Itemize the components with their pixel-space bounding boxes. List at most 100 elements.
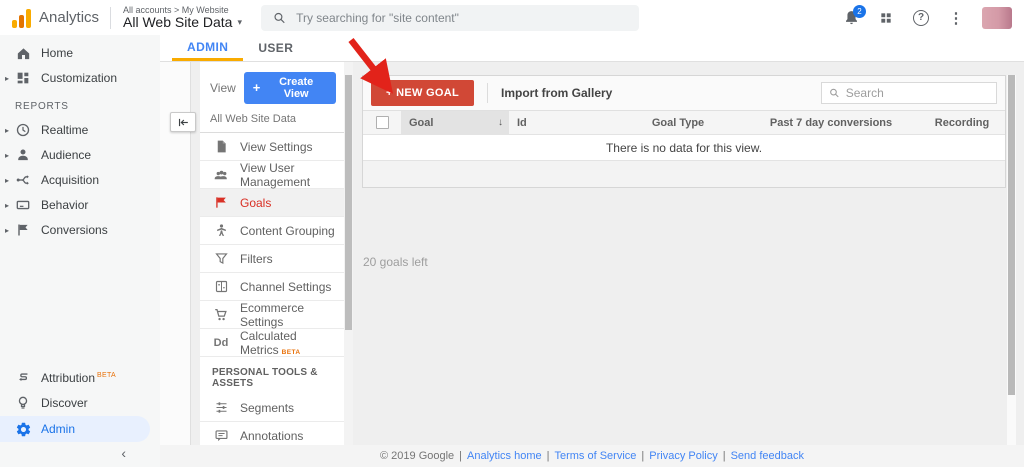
product-name: Analytics (39, 9, 99, 26)
menu-item-goals[interactable]: Goals (200, 189, 344, 217)
menu-item-ecommerce-settings[interactable]: Ecommerce Settings (200, 301, 344, 329)
more-vert-icon: ⋮ (949, 9, 964, 27)
column-header-conversions[interactable]: Past 7 day conversions (743, 111, 919, 134)
gear-icon (14, 420, 32, 438)
create-view-button[interactable]: + Create View (244, 72, 336, 104)
goals-table-card: + NEW GOAL Import from Gallery Goal ↓ Id (362, 75, 1006, 188)
global-search[interactable] (261, 5, 639, 31)
calculated-metrics-icon: Dd (212, 334, 230, 352)
sidebar-item-discover[interactable]: Discover (0, 391, 160, 415)
sidebar-item-conversions[interactable]: ▸ Conversions (0, 218, 160, 242)
sidebar-spacer (0, 243, 160, 366)
menu-item-calculated-metrics[interactable]: Dd Calculated MetricsBETA (200, 329, 344, 357)
sidebar-item-label: Realtime (41, 123, 88, 137)
menu-item-channel-settings[interactable]: Channel Settings (200, 273, 344, 301)
flag-icon (212, 194, 230, 212)
chevron-right-icon: ▸ (0, 151, 14, 160)
app-header: Analytics All accounts > My Website All … (0, 0, 1024, 35)
attribution-icon (14, 369, 32, 387)
new-goal-button[interactable]: + NEW GOAL (371, 80, 474, 106)
panel-scrollbar-thumb[interactable] (345, 75, 352, 330)
menu-item-filters[interactable]: Filters (200, 245, 344, 273)
notifications-button[interactable]: 2 (842, 9, 860, 27)
plus-icon: + (253, 83, 261, 93)
sidebar-item-label: Discover (41, 396, 88, 410)
funnel-icon (212, 250, 230, 268)
menu-item-view-user-management[interactable]: View User Management (200, 161, 344, 189)
notification-badge: 2 (853, 5, 866, 18)
column-header-id[interactable]: Id (509, 111, 613, 134)
analytics-logo[interactable]: Analytics (0, 8, 106, 28)
column-header-goal-type[interactable]: Goal Type (613, 111, 743, 134)
goals-main-area: + NEW GOAL Import from Gallery Goal ↓ Id (353, 62, 1024, 445)
sidebar-item-label: Behavior (41, 198, 88, 212)
footer-link-feedback[interactable]: Send feedback (731, 450, 804, 462)
chevron-right-icon: ▸ (0, 74, 14, 83)
footer-link-terms[interactable]: Terms of Service (554, 450, 636, 462)
menu-item-segments[interactable]: Segments (200, 394, 344, 422)
sidebar-item-acquisition[interactable]: ▸ Acquisition (0, 168, 160, 192)
sidebar-item-home[interactable]: Home (0, 41, 160, 65)
person-icon (14, 146, 32, 164)
menu-item-view-settings[interactable]: View Settings (200, 133, 344, 161)
chevron-right-icon: ▸ (0, 176, 14, 185)
column-header-goal[interactable]: Goal ↓ (401, 111, 509, 134)
file-icon (212, 138, 230, 156)
account-selector[interactable]: All accounts > My Website All Web Site D… (123, 5, 251, 30)
goals-search[interactable] (821, 82, 997, 104)
channel-settings-icon (212, 278, 230, 296)
help-button[interactable]: ? (912, 9, 930, 27)
view-entity-label: View (210, 81, 236, 95)
sidebar-item-attribution[interactable]: AttributionBETA (0, 366, 160, 390)
sidebar-item-audience[interactable]: ▸ Audience (0, 143, 160, 167)
menu-item-content-grouping[interactable]: Content Grouping (200, 217, 344, 245)
page-scrollbar (1007, 75, 1016, 445)
clock-icon (14, 121, 32, 139)
chevron-right-icon: ▸ (0, 126, 14, 135)
sidebar-item-label: Home (41, 46, 73, 60)
sidebar-item-admin[interactable]: Admin (0, 416, 150, 442)
customization-icon (14, 69, 32, 87)
table-footer-row (363, 161, 1005, 187)
select-all-checkbox[interactable] (376, 116, 389, 129)
import-from-gallery-button[interactable]: Import from Gallery (501, 86, 612, 100)
view-settings-panel: View + Create View All Web Site Data Vie… (200, 62, 344, 445)
people-icon (212, 166, 230, 184)
left-nav-sidebar: Home ▸ Customization REPORTS ▸ Realtime … (0, 35, 160, 467)
search-input[interactable] (296, 11, 627, 25)
sidebar-item-realtime[interactable]: ▸ Realtime (0, 118, 160, 142)
page-footer: © 2019 Google | Analytics home | Terms o… (160, 445, 1024, 467)
behavior-icon (14, 196, 32, 214)
search-icon (273, 11, 286, 25)
panel-scrollbar (344, 62, 353, 445)
beta-badge: BETA (282, 349, 301, 356)
user-avatar[interactable] (982, 7, 1012, 29)
home-icon (14, 44, 32, 62)
sidebar-item-label: Audience (41, 148, 91, 162)
comment-icon (212, 427, 230, 445)
collapse-panel-button[interactable] (170, 112, 196, 132)
sidebar-item-behavior[interactable]: ▸ Behavior (0, 193, 160, 217)
flag-icon (14, 221, 32, 239)
more-options-button[interactable]: ⋮ (947, 9, 965, 27)
column-header-recording[interactable]: Recording (919, 111, 1005, 134)
footer-link-privacy[interactable]: Privacy Policy (649, 450, 717, 462)
chevron-right-icon: ▸ (0, 226, 14, 235)
sidebar-item-label: Acquisition (41, 173, 99, 187)
collapse-left-icon (177, 116, 190, 129)
apps-grid-button[interactable] (877, 9, 895, 27)
sidebar-collapse-button[interactable]: ‹ (0, 443, 160, 463)
tab-user[interactable]: USER (243, 35, 308, 61)
chevron-left-icon: ‹ (121, 445, 126, 461)
footer-link-analytics-home[interactable]: Analytics home (467, 450, 542, 462)
search-icon (829, 87, 840, 99)
empty-table-message: There is no data for this view. (363, 135, 1005, 161)
acquisition-icon (14, 171, 32, 189)
page-scrollbar-thumb[interactable] (1008, 75, 1015, 395)
tab-admin[interactable]: ADMIN (172, 35, 243, 61)
personal-tools-heading: PERSONAL TOOLS & ASSETS (200, 357, 344, 394)
goals-search-input[interactable] (846, 86, 989, 100)
sidebar-item-customization[interactable]: ▸ Customization (0, 66, 160, 90)
apps-grid-icon (879, 11, 893, 25)
goals-toolbar: + NEW GOAL Import from Gallery (363, 76, 1005, 111)
